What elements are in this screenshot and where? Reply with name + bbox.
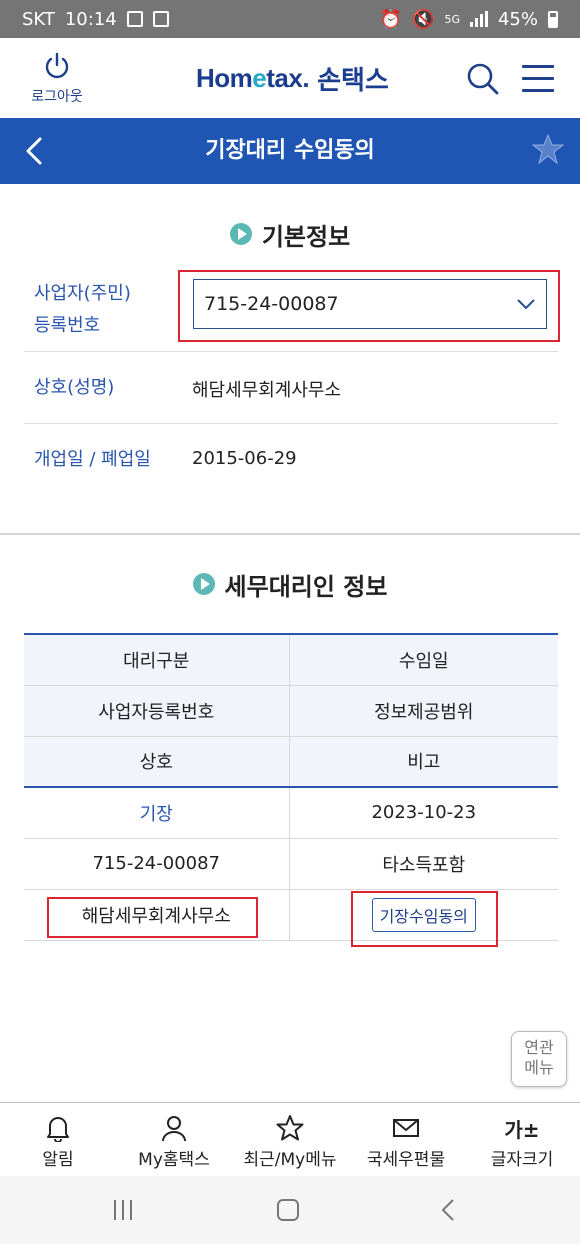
table-header-cell: 대리구분: [24, 633, 290, 686]
mute-icon: 🔇: [412, 8, 435, 30]
nav-my-hometax[interactable]: My홈택스: [116, 1103, 232, 1176]
agent-business-number-cell: 715-24-00087: [24, 838, 290, 890]
logout-button[interactable]: 로그아웃: [20, 52, 94, 106]
app-header: 로그아웃 Hometax. 손택스: [0, 38, 580, 118]
highlight-box-agent-name: [47, 897, 258, 938]
bell-icon: [47, 1117, 69, 1142]
alarm-icon: ⏰: [379, 8, 403, 30]
business-name-label: 상호(성명): [34, 377, 115, 398]
nav-notifications[interactable]: 알림: [0, 1103, 116, 1176]
clock: 10:14: [64, 8, 117, 30]
business-name-row: 상호(성명) 해담세무회계사무소: [24, 352, 558, 424]
open-date-value: 2015-06-29: [192, 448, 297, 469]
business-number-label: 사업자(주민) 등록번호: [34, 283, 131, 336]
open-date-label: 개업일 / 폐업일: [34, 449, 151, 470]
table-header-row: 사업자등록번호 정보제공범위: [24, 685, 558, 737]
status-bar: SKT 10:14 ⏰ 🔇 5G 45%: [0, 0, 580, 38]
search-icon: [467, 63, 499, 95]
mail-icon: [393, 1119, 419, 1137]
chevron-left-icon: [441, 1199, 454, 1221]
table-row: 기장 2023-10-23: [24, 787, 558, 839]
font-size-icon: 가±: [504, 1117, 540, 1142]
page-title: 기장대리 수임동의: [205, 138, 375, 163]
bottom-navigation: 알림 My홈택스 최근/My메뉴 국세우편물 가± 글자크기: [0, 1102, 580, 1176]
nav-recent-menu[interactable]: 최근/My메뉴: [232, 1103, 348, 1176]
chevron-down-icon: [517, 299, 535, 310]
table-header-cell: 비고: [289, 736, 558, 788]
hometax-logo[interactable]: Hometax. 손택스: [196, 52, 389, 104]
table-header-cell: 수임일: [289, 633, 558, 686]
play-circle-icon: [229, 223, 252, 245]
system-back-button[interactable]: [440, 1198, 456, 1226]
favorite-button[interactable]: [531, 133, 565, 169]
table-header-row: 상호 비고: [24, 736, 558, 788]
gallery-icon: [126, 11, 143, 27]
agent-info-heading: 세무대리인 정보: [0, 566, 580, 602]
business-number-select[interactable]: 715-24-00087: [193, 279, 547, 329]
home-button[interactable]: [277, 1199, 299, 1221]
nav-font-size[interactable]: 가± 글자크기: [464, 1103, 580, 1176]
table-header-row: 대리구분 수임일: [24, 633, 558, 686]
menu-button[interactable]: [522, 65, 554, 101]
logo-text: Hometax.: [196, 62, 310, 93]
nav-tax-mail[interactable]: 국세우편물: [348, 1103, 464, 1176]
open-date-row: 개업일 / 폐업일 2015-06-29: [24, 424, 558, 496]
agent-type-cell: 기장: [24, 787, 290, 839]
table-header-cell: 정보제공범위: [289, 685, 558, 737]
business-name-value: 해담세무회계사무소: [192, 380, 342, 401]
title-bar: 기장대리 수임동의: [0, 118, 580, 184]
highlight-box-consent-button: [351, 891, 498, 947]
carrier-label: SKT: [22, 8, 55, 30]
basic-info-heading: 기본정보: [0, 216, 580, 252]
signal-icon: [469, 11, 488, 27]
system-navigation-bar: [0, 1176, 580, 1244]
battery-icon: [548, 10, 558, 28]
related-menu-button[interactable]: 연관 메뉴: [511, 1031, 567, 1087]
table-header-cell: 사업자등록번호: [24, 685, 290, 737]
table-header-cell: 상호: [24, 736, 290, 788]
search-button[interactable]: [466, 62, 500, 100]
star-outline-icon: [276, 1115, 304, 1141]
power-icon: [45, 52, 69, 79]
battery-level: 45%: [497, 8, 538, 30]
logout-label: 로그아웃: [31, 89, 83, 105]
table-row: 715-24-00087 타소득포함: [24, 838, 558, 890]
section-divider: [0, 533, 580, 535]
network-type: 5G: [444, 12, 460, 26]
star-icon: [531, 133, 565, 165]
consent-date-cell: 2023-10-23: [289, 787, 558, 839]
notification-icon: [152, 11, 169, 27]
person-icon: [162, 1116, 186, 1142]
play-circle-icon: [192, 573, 215, 595]
info-scope-cell: 타소득포함: [289, 838, 558, 890]
recent-apps-button[interactable]: [114, 1200, 132, 1220]
logo-korean: 손택스: [317, 65, 389, 96]
hamburger-icon: [522, 65, 554, 92]
